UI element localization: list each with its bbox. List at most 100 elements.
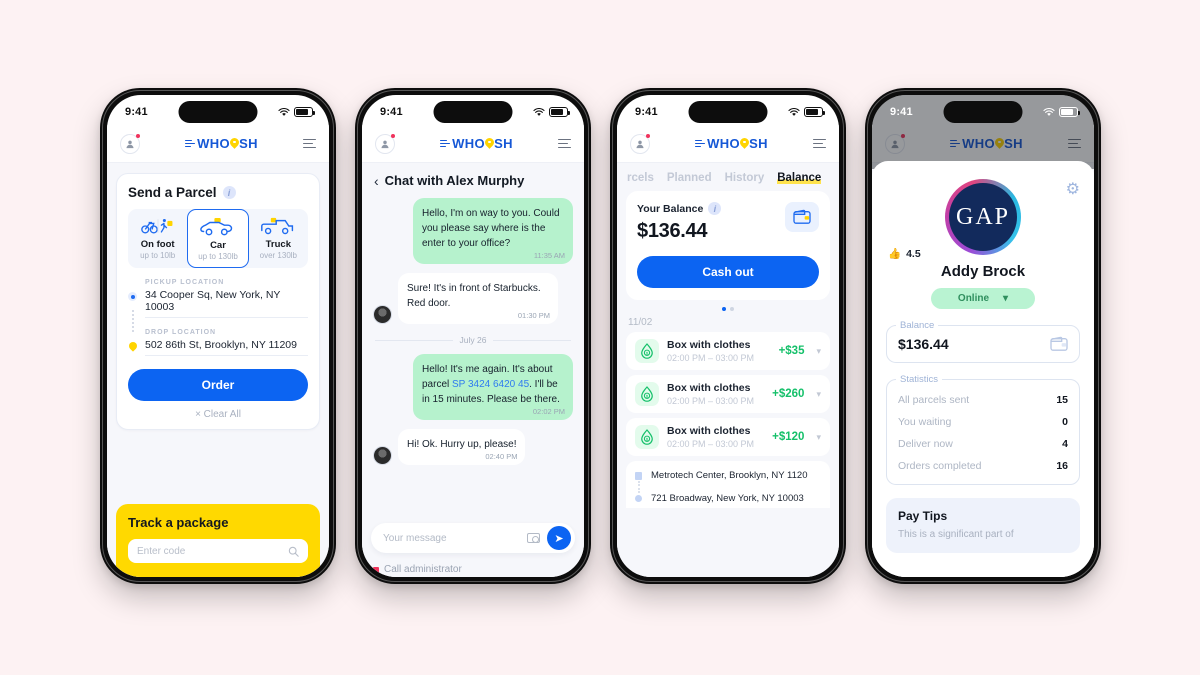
pager-dot[interactable]	[730, 307, 734, 311]
status-badge[interactable]: Online ▾	[931, 288, 1035, 309]
back-chevron-icon[interactable]: ‹	[374, 174, 379, 188]
mode-truck[interactable]: Truck over 130lb	[249, 209, 308, 268]
send-parcel-title-text: Send a Parcel	[128, 185, 217, 200]
logo-o: O	[984, 136, 996, 151]
parcel-id-link[interactable]: SP 3424 6420 45	[452, 379, 529, 390]
tab-planned[interactable]: Planned	[667, 172, 712, 184]
money-drop-icon: $	[635, 425, 659, 449]
profile-avatar-button[interactable]	[375, 133, 395, 154]
message-composer[interactable]: Your message ➤	[371, 523, 575, 553]
order-button[interactable]: Order	[128, 369, 308, 401]
menu-button[interactable]	[813, 138, 826, 149]
balance-field[interactable]: Balance $136.44	[886, 320, 1080, 363]
track-package-card: Track a package Enter code	[116, 504, 320, 577]
profile-avatar-button[interactable]	[885, 133, 905, 154]
avatar-initials: GAP	[949, 183, 1017, 251]
menu-button[interactable]	[558, 138, 571, 149]
call-administrator-link[interactable]: Call administrator	[373, 564, 462, 575]
gear-icon[interactable]: ⚙	[1066, 179, 1080, 199]
battery-icon	[549, 107, 570, 117]
pickup-location-block[interactable]: PICKUP LOCATION 34 Cooper Sq, New York, …	[128, 279, 308, 332]
info-icon[interactable]: i	[708, 202, 722, 215]
info-icon[interactable]: i	[222, 186, 236, 199]
chat-row-incoming: Hi! Ok. Hurry up, please! 02:40 PM	[373, 429, 573, 465]
mode-truck-sub: over 130lb	[259, 251, 297, 260]
chevron-down-icon[interactable]: ▾	[816, 346, 821, 357]
clear-all-button[interactable]: × Clear All	[128, 409, 308, 420]
transaction-time: 02:00 PM – 03:00 PM	[667, 353, 755, 363]
thumbs-up-icon: 👍	[888, 248, 902, 260]
cash-out-button[interactable]: Cash out	[637, 256, 819, 288]
track-code-input[interactable]: Enter code	[128, 539, 308, 563]
tab-parcels[interactable]: rcels	[627, 172, 654, 184]
carousel-pager[interactable]	[617, 307, 839, 311]
pay-tips-title: Pay Tips	[898, 509, 948, 523]
mode-on-foot[interactable]: On foot up to 10lb	[128, 209, 187, 268]
logo-text-wh: WH	[452, 136, 475, 151]
money-drop-icon: $	[635, 339, 659, 363]
phone-3-balance: 9:41 WH O SH rcels Planned History Balan…	[610, 88, 846, 584]
speed-lines-icon	[440, 139, 451, 148]
table-row[interactable]: $ Box with clothes 02:00 PM – 03:00 PM +…	[626, 332, 830, 370]
transaction-amount: +$35	[778, 345, 805, 357]
wallet-icon[interactable]	[785, 202, 819, 232]
profile-avatar-button[interactable]	[630, 133, 650, 154]
stat-value: 16	[1056, 460, 1068, 472]
send-button[interactable]: ➤	[547, 526, 571, 550]
stat-value: 4	[1062, 438, 1068, 450]
balance-field-value: $136.44	[898, 336, 949, 352]
table-row[interactable]: $ Box with clothes 02:00 PM – 03:00 PM +…	[626, 418, 830, 456]
logo-text-sh: SH	[239, 136, 258, 151]
table-row[interactable]: $ Box with clothes 02:00 PM – 03:00 PM +…	[626, 375, 830, 413]
drop-input[interactable]: 502 86th St, Brooklyn, NY 11209	[145, 336, 308, 356]
contact-avatar	[373, 305, 392, 324]
route-from-label: Metrotech Center, Brooklyn, NY 1120	[651, 470, 808, 481]
map-pin-icon	[485, 138, 494, 150]
profile-avatar-button[interactable]	[120, 133, 140, 154]
stat-row: You waiting 0	[898, 411, 1068, 433]
camera-icon[interactable]	[527, 533, 540, 543]
chevron-down-icon[interactable]: ▾	[816, 389, 821, 400]
chat-row-incoming: Sure! It's in front of Starbucks. Red do…	[373, 273, 573, 324]
whoosh-logo: WH O SH	[950, 136, 1023, 151]
tab-history[interactable]: History	[725, 172, 765, 184]
person-icon	[891, 140, 899, 148]
wifi-icon	[278, 107, 290, 116]
chevron-down-icon[interactable]: ▾	[816, 432, 821, 443]
chat-timestamp: 11:35 AM	[533, 250, 565, 260]
wifi-icon	[1043, 107, 1055, 116]
logo-text-sh: SH	[749, 136, 768, 151]
balance-card: Your Balance i $136.44 Cash out	[626, 191, 830, 300]
pickup-input[interactable]: 34 Cooper Sq, New York, NY 10003	[145, 286, 308, 318]
status-label: Online	[957, 293, 990, 304]
logo-text-wh: WH	[962, 136, 985, 151]
mode-car[interactable]: Car up to 130lb	[187, 209, 249, 268]
transaction-time: 02:00 PM – 03:00 PM	[667, 439, 755, 449]
pay-tips-card[interactable]: Pay Tips This is a significant part of	[886, 498, 1080, 553]
person-icon	[126, 140, 134, 148]
wallet-icon[interactable]	[1050, 336, 1068, 352]
app-header: WH O SH	[107, 125, 329, 163]
chat-title: Chat with Alex Murphy	[384, 173, 525, 188]
transactions-date-group: 11/02	[628, 317, 653, 328]
person-icon	[636, 140, 644, 148]
profile-name: Addy Brock	[940, 263, 1026, 280]
notification-dot	[646, 133, 650, 138]
drop-location-block[interactable]: DROP LOCATION 502 86th St, Brooklyn, NY …	[128, 329, 308, 356]
mode-truck-label: Truck	[265, 239, 291, 250]
menu-button[interactable]	[1068, 138, 1081, 149]
app-header: WH O SH	[617, 125, 839, 163]
stat-value: 0	[1062, 416, 1068, 428]
send-parcel-card: Send a Parcel i On foot up to 10lb Car u…	[116, 173, 320, 430]
send-parcel-title: Send a Parcel i	[128, 185, 308, 200]
phone-1-body: Send a Parcel i On foot up to 10lb Car u…	[107, 163, 329, 577]
phone-3-body: rcels Planned History Balance Your Balan…	[617, 163, 839, 577]
app-header: WH O SH	[362, 125, 584, 163]
speed-lines-icon	[185, 139, 196, 148]
pager-dot-active[interactable]	[722, 307, 726, 311]
mode-car-label: Car	[210, 240, 226, 251]
logo-o: O	[219, 136, 231, 151]
tab-balance[interactable]: Balance	[777, 172, 822, 184]
logo-o: O	[474, 136, 486, 151]
menu-button[interactable]	[303, 138, 316, 149]
